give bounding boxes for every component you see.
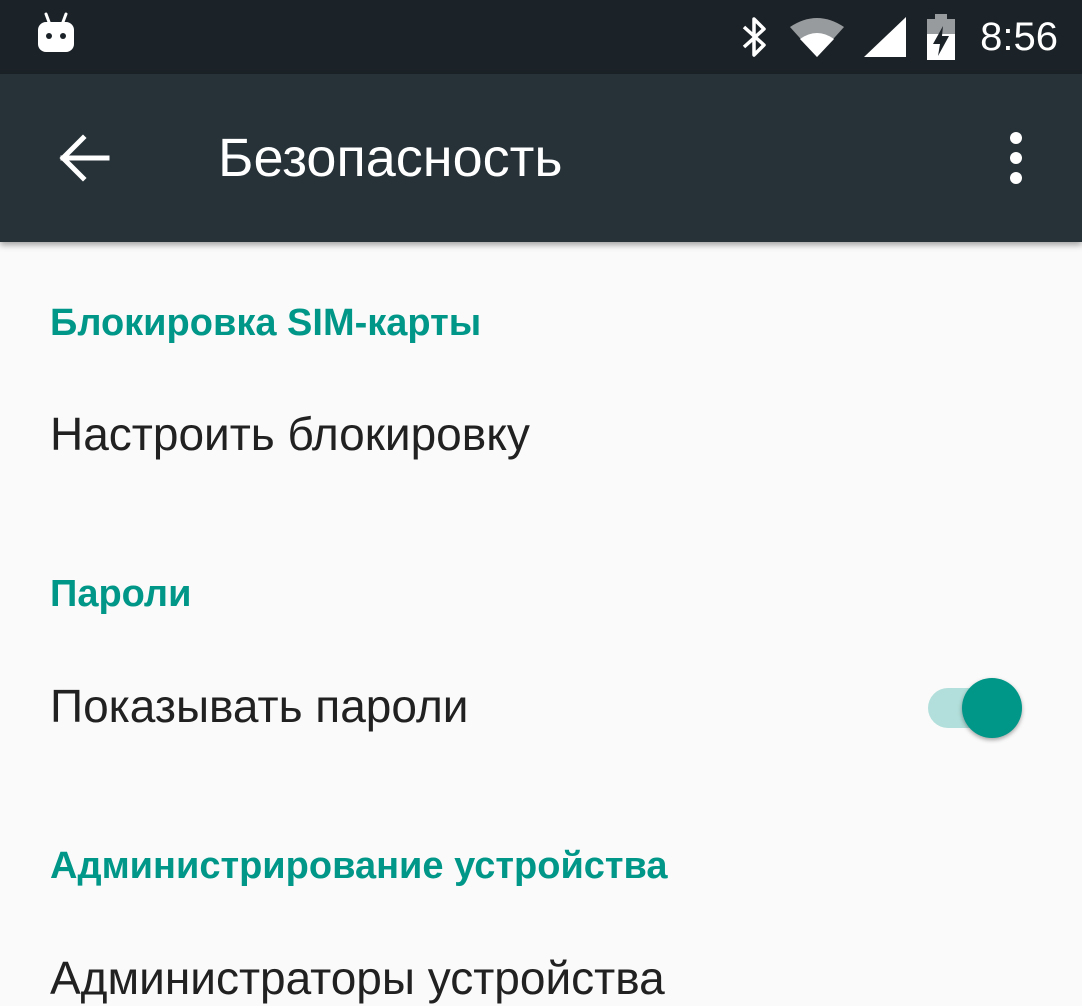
pref-setup-sim-lock[interactable]: Настроить блокировку [50, 406, 530, 462]
section-header-device-admin: Администрирование устройства [50, 845, 668, 887]
wifi-icon [790, 17, 845, 57]
status-bar: 8:56 [0, 0, 1082, 74]
section-header-passwords: Пароли [50, 573, 192, 615]
cell-signal-icon [864, 17, 907, 57]
toolbar: Безопасность [0, 74, 1082, 242]
settings-list: Блокировка SIM-карты Настроить блокировк… [0, 242, 1082, 1004]
switch-thumb [962, 678, 1022, 738]
show-passwords-switch[interactable] [926, 674, 1026, 738]
pref-device-administrators[interactable]: Администраторы устройства [50, 950, 665, 1006]
battery-charging-icon [926, 14, 956, 60]
arrow-back-icon [59, 134, 110, 182]
back-button[interactable] [50, 126, 120, 190]
overflow-menu-button[interactable] [994, 124, 1038, 192]
android-robot-icon [36, 12, 76, 59]
bluetooth-icon [740, 15, 770, 59]
pref-show-passwords[interactable]: Показывать пароли [50, 678, 469, 734]
more-vert-icon [1010, 132, 1022, 184]
status-clock: 8:56 [980, 14, 1058, 59]
section-header-sim-lock: Блокировка SIM-карты [50, 302, 482, 344]
page-title: Безопасность [218, 128, 563, 188]
